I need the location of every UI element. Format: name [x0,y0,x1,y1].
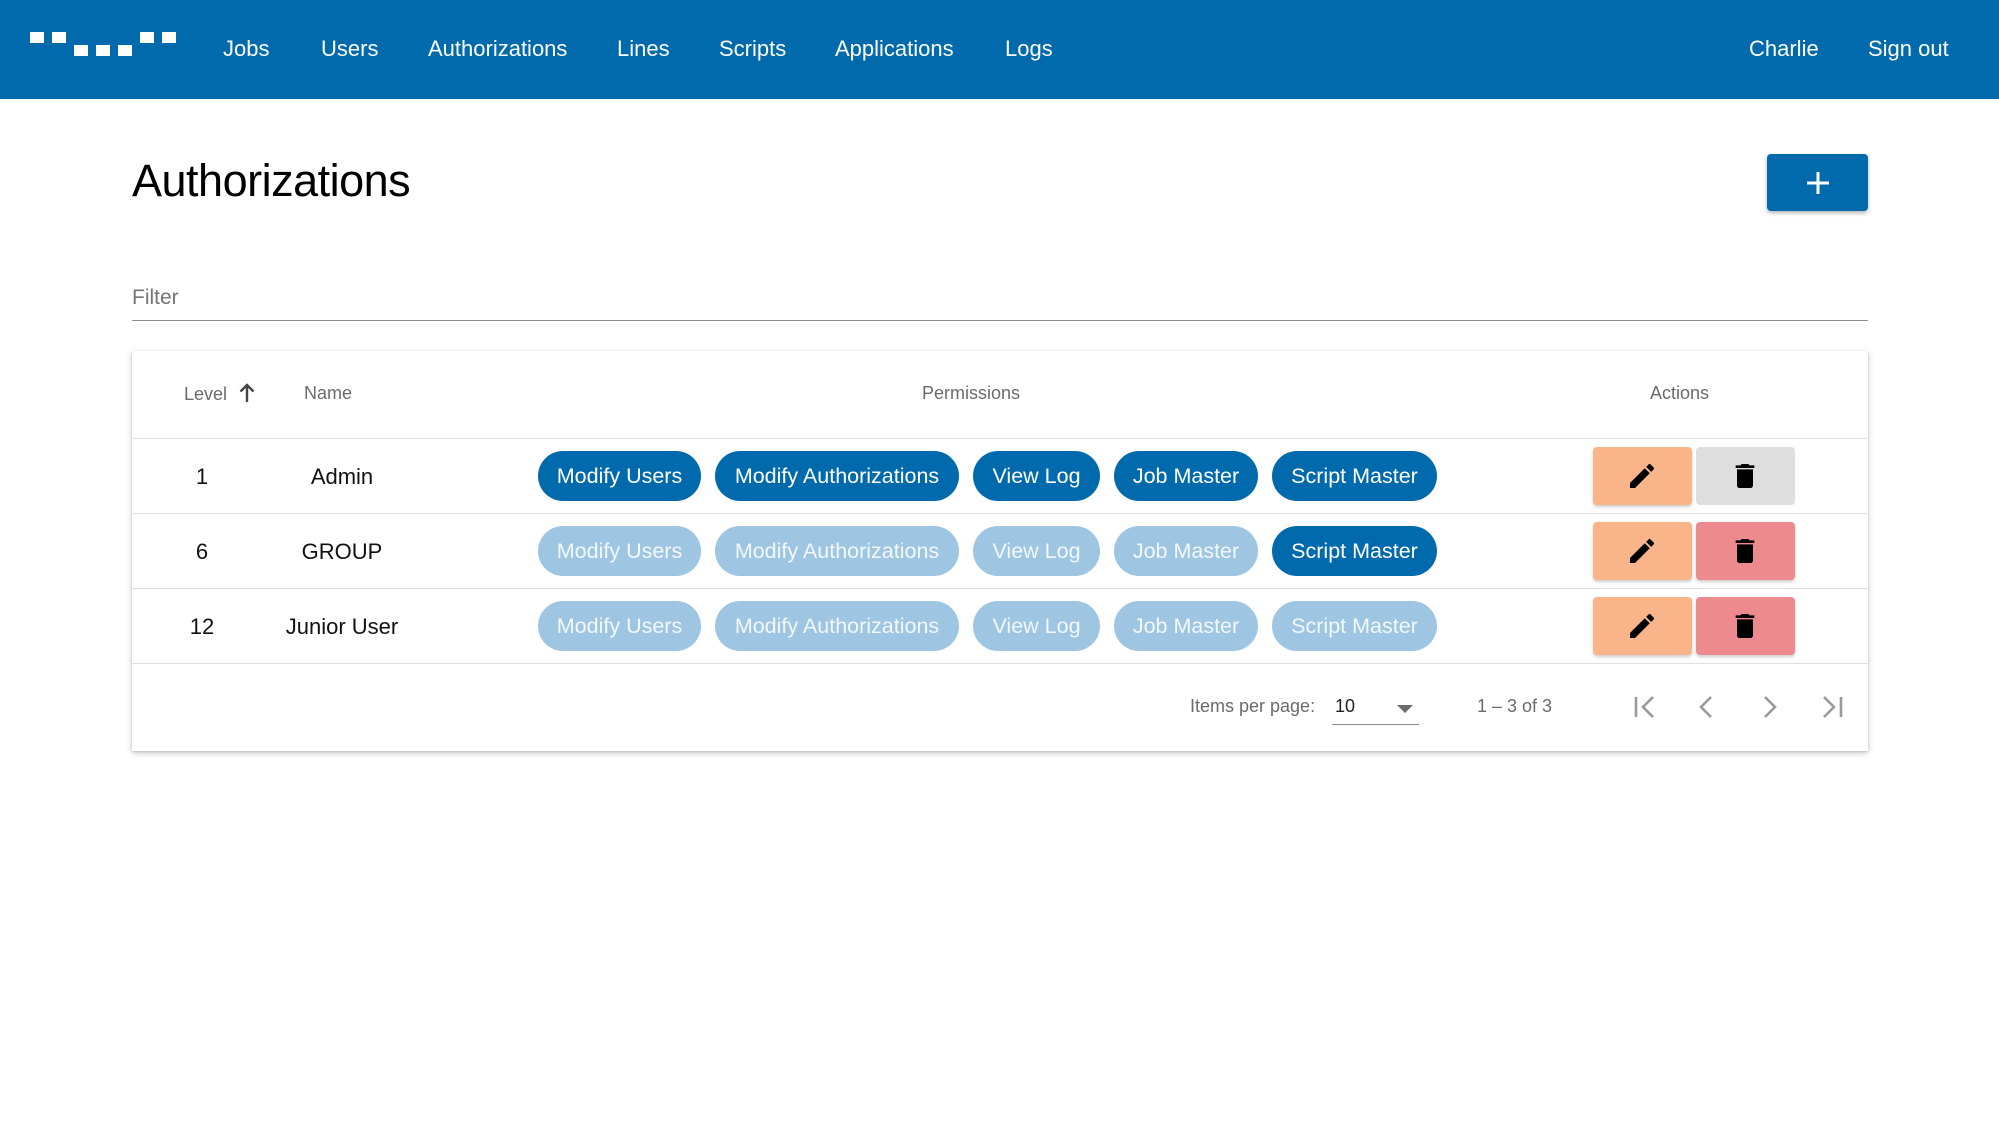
table-row: 6 GROUP Modify Users Modify Authorizatio… [132,514,1868,589]
permission-chip-modify-users[interactable]: Modify Users [538,601,701,651]
permission-chip-job-master[interactable]: Job Master [1114,601,1258,651]
permission-chip-script-master[interactable]: Script Master [1272,451,1437,501]
add-authorization-button[interactable] [1767,154,1868,211]
header-name: Name [304,383,353,403]
page-size-select[interactable]: 10 [1332,691,1419,725]
trash-icon [1735,539,1755,563]
permission-chip-view-log[interactable]: View Log [973,526,1100,576]
first-page-icon [1634,696,1654,718]
permission-chip-view-log[interactable]: View Log [973,451,1100,501]
pencil-icon [1630,538,1655,563]
cell-name: Admin [310,464,374,489]
delete-button[interactable] [1696,597,1795,655]
permission-chip-job-master[interactable]: Job Master [1114,451,1258,501]
table-row: 1 Admin Modify Users Modify Authorizatio… [132,439,1868,514]
trash-icon [1735,464,1755,488]
cell-level: 12 [189,614,215,639]
chevron-left-icon [1699,696,1712,718]
first-page-button[interactable] [1623,685,1667,729]
permission-chip-modify-authorizations[interactable]: Modify Authorizations [715,526,959,576]
previous-page-button[interactable] [1685,685,1729,729]
edit-button[interactable] [1593,522,1692,580]
chevron-right-icon [1764,696,1777,718]
pencil-icon [1630,463,1655,488]
sign-out-link[interactable]: Sign out [1868,36,1949,62]
nav-authorizations[interactable]: Authorizations [428,36,567,62]
header-actions: Actions [1650,383,1710,403]
last-page-button[interactable] [1810,685,1854,729]
page-title: Authorizations [132,155,411,206]
cell-name: GROUP [301,539,383,564]
edit-button[interactable] [1593,447,1692,505]
permission-chip-job-master[interactable]: Job Master [1114,526,1258,576]
top-nav-bar: Jobs Users Authorizations Lines Scripts … [0,0,1999,99]
next-page-button[interactable] [1747,685,1791,729]
items-per-page-label: Items per page: [1190,696,1316,716]
permission-chip-modify-authorizations[interactable]: Modify Authorizations [715,451,959,501]
nav-jobs[interactable]: Jobs [223,36,269,62]
nav-lines[interactable]: Lines [617,36,670,62]
range-label: 1 – 3 of 3 [1477,696,1553,716]
permission-chip-script-master[interactable]: Script Master [1272,526,1437,576]
authorizations-table: Level Name Permissions Actions 1 Admin M… [132,351,1868,751]
nav-applications[interactable]: Applications [835,36,954,62]
filter-input[interactable] [132,286,1868,310]
cell-name: Junior User [285,614,399,639]
header-level[interactable]: Level [184,383,256,405]
header-level-label: Level [184,384,228,404]
app-logo[interactable] [30,27,180,59]
pencil-icon [1630,613,1655,638]
table-header: Level Name Permissions Actions [132,351,1868,439]
permission-chip-modify-users[interactable]: Modify Users [538,526,701,576]
nav-logs[interactable]: Logs [1005,36,1053,62]
chevron-down-icon [1397,705,1413,713]
cell-level: 6 [195,539,209,564]
plus-icon [1807,172,1829,194]
edit-button[interactable] [1593,597,1692,655]
nav-users[interactable]: Users [321,36,378,62]
last-page-icon [1823,696,1843,718]
arrow-up-icon [239,383,255,402]
filter-field[interactable] [132,280,1868,321]
page-size-value: 10 [1335,696,1356,716]
permission-chip-modify-users[interactable]: Modify Users [538,451,701,501]
trash-icon [1735,614,1755,638]
delete-button-disabled [1696,447,1795,505]
header-permissions: Permissions [922,383,1021,403]
permission-chip-script-master[interactable]: Script Master [1272,601,1437,651]
cell-level: 1 [195,464,209,489]
user-name[interactable]: Charlie [1749,36,1819,62]
permission-chip-view-log[interactable]: View Log [973,601,1100,651]
table-row: 12 Junior User Modify Users Modify Autho… [132,589,1868,664]
delete-button[interactable] [1696,522,1795,580]
nav-scripts[interactable]: Scripts [719,36,786,62]
permission-chip-modify-authorizations[interactable]: Modify Authorizations [715,601,959,651]
